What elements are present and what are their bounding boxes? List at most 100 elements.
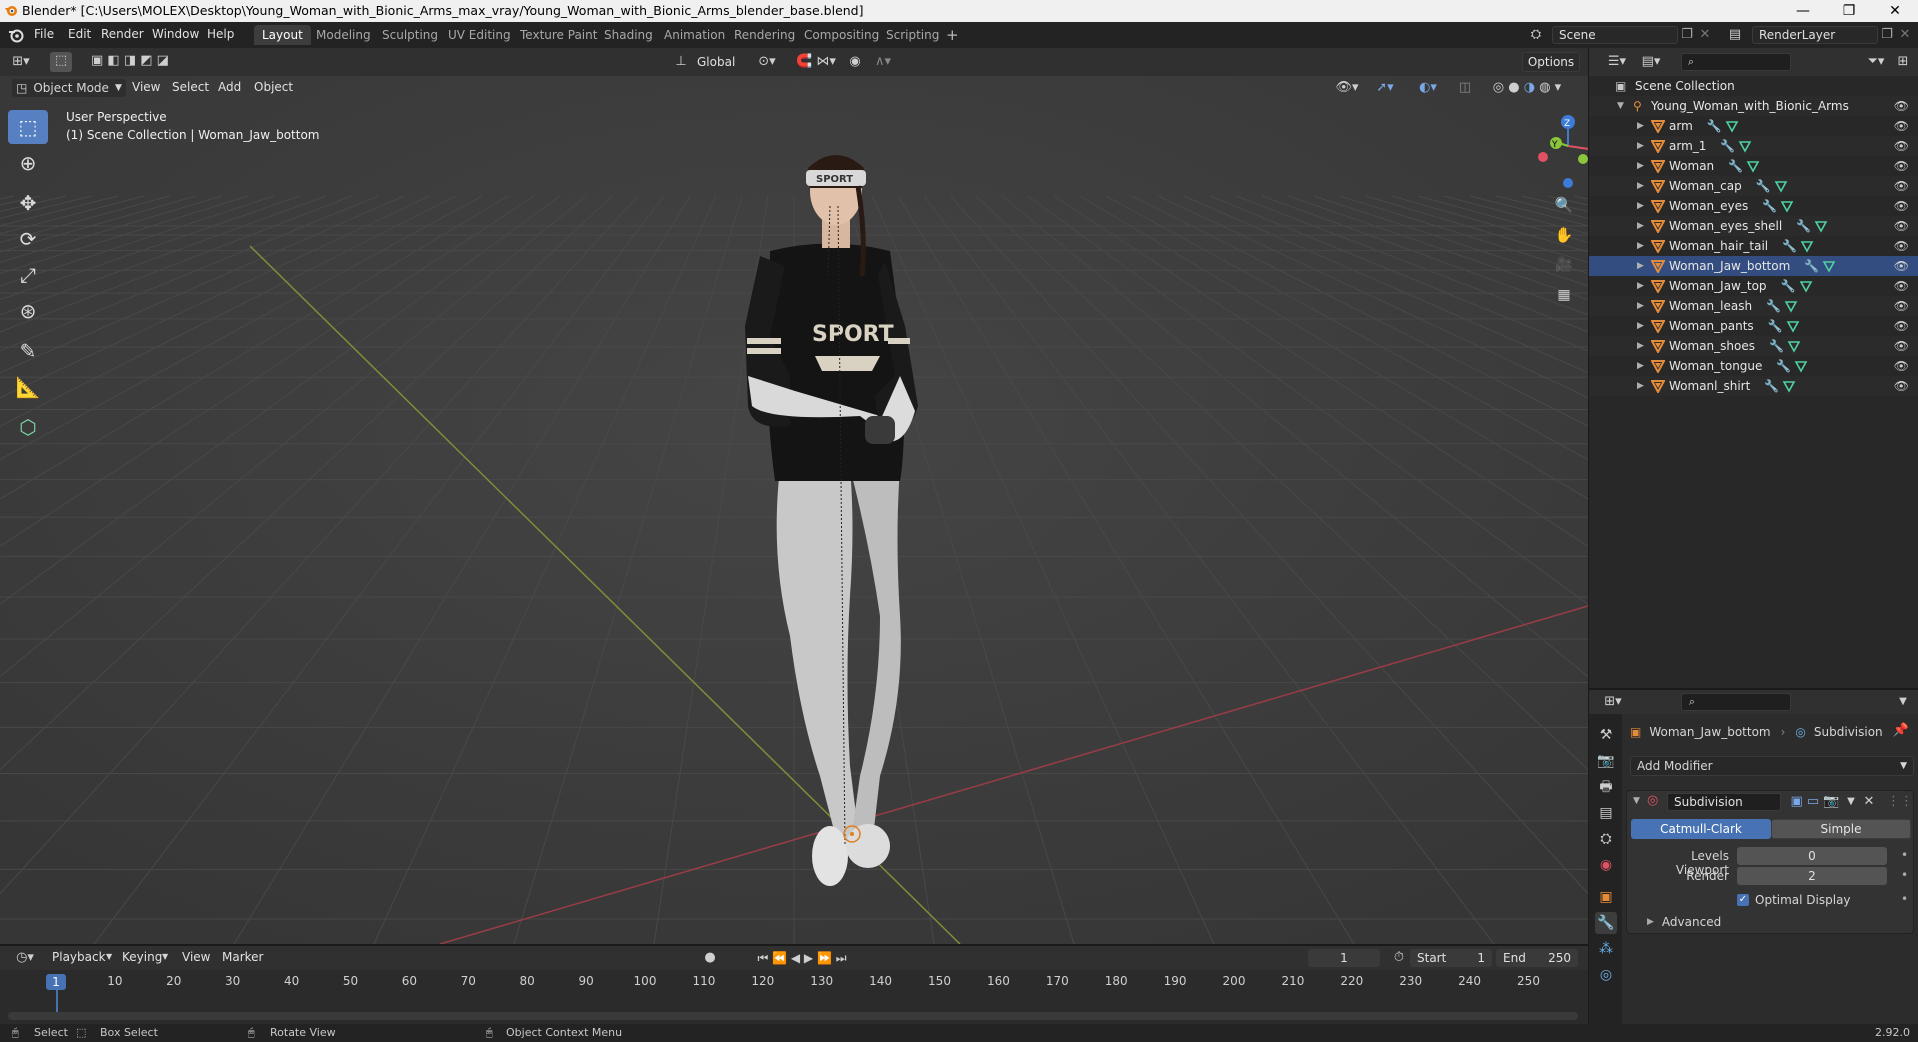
display-mode-icon[interactable]: ▤▾ xyxy=(1637,53,1665,71)
ortho-grid-icon[interactable]: ▦ xyxy=(1554,286,1574,304)
collapse-arrow-icon[interactable]: ▼ xyxy=(1633,796,1640,806)
outliner-object-row[interactable]: ▶ Woman_tongue 🔧 👁 xyxy=(1589,356,1918,376)
timeline-menu-view[interactable]: View xyxy=(182,950,210,964)
eye-icon[interactable]: 👁 xyxy=(1894,316,1909,336)
gizmo-toggle-icon[interactable]: ➚▾ xyxy=(1368,79,1402,97)
eye-icon[interactable]: 👁 xyxy=(1894,116,1909,136)
tab-layout[interactable]: Layout xyxy=(254,25,311,45)
outliner-object-row[interactable]: ▶ Woman_Jaw_bottom 🔧 👁 xyxy=(1589,256,1918,276)
tab-compositing[interactable]: Compositing xyxy=(796,25,887,45)
menu-edit[interactable]: Edit xyxy=(68,27,91,41)
eye-icon[interactable]: 👁 xyxy=(1894,136,1909,156)
eye-icon[interactable]: 👁 xyxy=(1894,356,1909,376)
scene-tab-icon[interactable]: ⛭ xyxy=(1595,828,1617,850)
catmull-clark-button[interactable]: Catmull-Clark xyxy=(1631,819,1771,839)
outliner-object-row[interactable]: ▶ Woman_eyes_shell 🔧 👁 xyxy=(1589,216,1918,236)
output-tab-icon[interactable]: 🖶 xyxy=(1595,776,1617,798)
annotate-tool-icon[interactable]: ✎ xyxy=(8,334,48,368)
render-layer-field[interactable]: RenderLayer xyxy=(1752,26,1878,44)
delete-scene-icon[interactable]: ✕ xyxy=(1696,26,1714,44)
eye-icon[interactable]: 👁 xyxy=(1894,156,1909,176)
menu-render[interactable]: Render xyxy=(101,27,144,41)
snap-icon[interactable]: 🧲 ⋈▾ xyxy=(786,53,846,71)
mode-dropdown[interactable]: ◳ Object Mode ▼ xyxy=(12,79,126,97)
expand-arrow-icon[interactable]: ▶ xyxy=(1637,296,1644,316)
measure-tool-icon[interactable]: 📐 xyxy=(8,370,48,404)
advanced-subpanel[interactable]: ▶ Advanced xyxy=(1647,915,1721,929)
viewport-menu-view[interactable]: View xyxy=(132,80,160,94)
expand-arrow-icon[interactable]: ▶ xyxy=(1637,236,1644,256)
eye-icon[interactable]: 👁 xyxy=(1894,176,1909,196)
expand-arrow-icon[interactable]: ▶ xyxy=(1637,196,1644,216)
options-dropdown[interactable]: Options xyxy=(1522,52,1580,72)
eye-icon[interactable]: 👁 xyxy=(1894,296,1909,316)
modifier-wrench-icon[interactable]: 🔧 xyxy=(1804,256,1819,276)
outliner-object-row[interactable]: ▶ arm 🔧 👁 xyxy=(1589,116,1918,136)
proportional-edit-icon[interactable]: ◉ xyxy=(846,53,864,71)
pan-hand-icon[interactable]: ✋ xyxy=(1554,226,1574,244)
minimize-button[interactable]: — xyxy=(1780,0,1826,22)
expand-arrow-icon[interactable]: ▶ xyxy=(1637,336,1644,356)
scale-tool-icon[interactable]: ⤢ xyxy=(8,258,48,292)
outliner-object-row[interactable]: ▶ Woman_pants 🔧 👁 xyxy=(1589,316,1918,336)
blender-menu-icon[interactable] xyxy=(8,27,24,43)
drag-handle-icon[interactable]: ⋮⋮ xyxy=(1887,793,1913,811)
tab-animation[interactable]: Animation xyxy=(656,25,733,45)
editor-type-icon[interactable]: ⊞▾ xyxy=(8,53,34,71)
menu-window[interactable]: Window xyxy=(152,27,199,41)
modifier-wrench-icon[interactable]: 🔧 xyxy=(1781,276,1796,296)
move-tool-icon[interactable]: ✥ xyxy=(8,186,48,220)
tool-tab-icon[interactable]: ⚒ xyxy=(1595,724,1617,746)
modifier-tab-icon[interactable]: 🔧 xyxy=(1595,912,1617,934)
modifier-wrench-icon[interactable]: 🔧 xyxy=(1764,376,1779,396)
zoom-icon[interactable]: 🔍 xyxy=(1554,196,1574,214)
physics-tab-icon[interactable]: ◎ xyxy=(1595,964,1617,986)
current-frame-input[interactable]: 1 xyxy=(1308,949,1380,967)
end-frame-input[interactable]: End 250 xyxy=(1496,949,1578,967)
transform-orientation-dropdown[interactable]: Global xyxy=(690,53,748,71)
tab-modeling[interactable]: Modeling xyxy=(308,25,379,45)
expand-arrow-icon[interactable]: ▶ xyxy=(1637,276,1644,296)
viewport-menu-select[interactable]: Select xyxy=(172,80,209,94)
optimal-display-checkbox[interactable]: ✓ Optimal Display xyxy=(1737,893,1851,907)
mesh-data-icon[interactable] xyxy=(1746,159,1760,173)
expand-arrow-icon[interactable]: ▶ xyxy=(1637,316,1644,336)
remove-modifier-icon[interactable]: ✕ xyxy=(1861,793,1877,811)
viewport-menu-add[interactable]: Add xyxy=(218,80,241,94)
keyframe-dot-icon[interactable]: • xyxy=(1901,868,1908,882)
outliner-object-row[interactable]: ▶ Womanl_shirt 🔧 👁 xyxy=(1589,376,1918,396)
tab-shading[interactable]: Shading xyxy=(596,25,661,45)
view-layer-icon[interactable]: ▤ xyxy=(1722,26,1748,44)
timeline-menu-playback[interactable]: Playback xyxy=(52,950,106,964)
modifier-wrench-icon[interactable]: 🔧 xyxy=(1768,316,1783,336)
new-collection-icon[interactable]: ⊞ xyxy=(1893,53,1913,71)
filter-icon[interactable]: ⏷▾ xyxy=(1861,53,1891,71)
mesh-data-icon[interactable] xyxy=(1725,119,1739,133)
modifier-name-input[interactable]: Subdivision xyxy=(1667,793,1781,811)
xray-icon[interactable]: ◫ xyxy=(1456,79,1474,97)
particles-tab-icon[interactable]: ⁂ xyxy=(1595,938,1617,960)
falloff-icon[interactable]: ∧▾ xyxy=(868,53,898,71)
menu-help[interactable]: Help xyxy=(207,27,234,41)
timeline-editor-icon[interactable]: ◷▾ xyxy=(10,949,40,967)
tab-texture-paint[interactable]: Texture Paint xyxy=(512,25,605,45)
rotate-tool-icon[interactable]: ⟳ xyxy=(8,222,48,256)
add-workspace-button[interactable]: + xyxy=(938,25,967,45)
world-tab-icon[interactable]: ◉ xyxy=(1595,854,1617,876)
outliner-object-row[interactable]: ▶ Woman_hair_tail 🔧 👁 xyxy=(1589,236,1918,256)
outliner-scene-collection[interactable]: ▣ Scene Collection xyxy=(1589,76,1918,96)
expand-arrow-icon[interactable]: ▶ xyxy=(1637,356,1644,376)
outliner-object-row[interactable]: ▶ Woman_leash 🔧 👁 xyxy=(1589,296,1918,316)
delete-layer-icon[interactable]: ✕ xyxy=(1896,26,1914,44)
pin-icon[interactable]: 📌 xyxy=(1892,722,1910,740)
expand-arrow-icon[interactable]: ▶ xyxy=(1637,376,1644,396)
add-modifier-dropdown[interactable]: Add Modifier ▼ xyxy=(1630,756,1914,776)
render-tab-icon[interactable]: 📷 xyxy=(1595,750,1617,772)
outliner-object-row[interactable]: ▶ Woman_cap 🔧 👁 xyxy=(1589,176,1918,196)
transform-tool-icon[interactable]: ⊛ xyxy=(8,294,48,328)
eye-icon[interactable]: 👁 xyxy=(1894,96,1909,116)
levels-viewport-input[interactable]: 0 xyxy=(1737,847,1887,865)
start-frame-input[interactable]: Start 1 xyxy=(1410,949,1492,967)
modifier-wrench-icon[interactable]: 🔧 xyxy=(1782,236,1797,256)
eye-icon[interactable]: 👁 xyxy=(1894,236,1909,256)
